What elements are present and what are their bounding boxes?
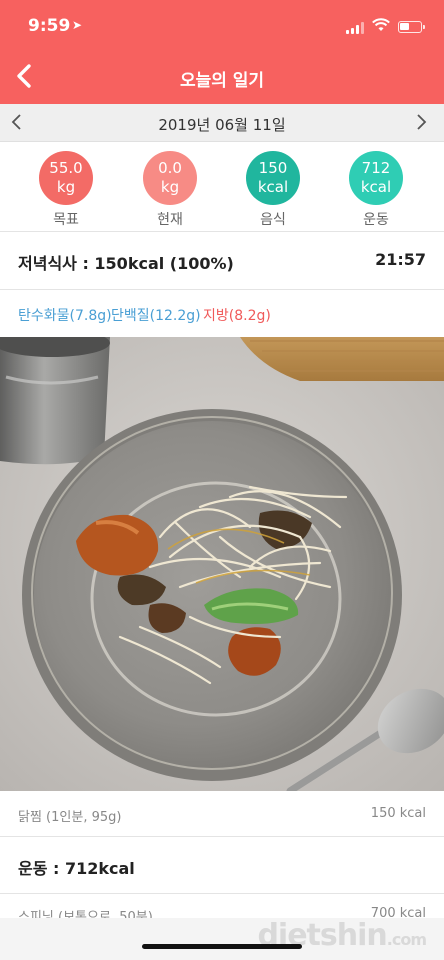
daily-summary: 55.0 kg 목표 0.0 kg 현재 150 kcal 음식 712 kca… <box>0 142 444 232</box>
wifi-icon <box>372 18 390 36</box>
nutrient-carbs: 탄수화물(7.8g) <box>18 308 112 324</box>
exercise-kcal-value: 712 <box>361 159 391 177</box>
home-indicator[interactable] <box>142 944 302 949</box>
goal-weight-unit: kg <box>56 178 76 196</box>
bottom-area: dietshin.com <box>0 918 444 960</box>
current-weight-unit: kg <box>160 178 180 196</box>
nutrient-fat: 지방(8.2g) <box>203 308 271 324</box>
goal-weight-label: 목표 <box>53 212 79 228</box>
nutrient-protein: 단백질(12.2g) <box>111 308 201 324</box>
food-kcal-unit: kcal <box>257 178 289 196</box>
food-item-name: 닭찜 (1인분, 95g) <box>18 810 122 825</box>
summary-exercise-kcal: 712 kcal 운동 <box>347 151 405 229</box>
summary-food-kcal: 150 kcal 음식 <box>244 151 302 229</box>
current-weight-label: 현재 <box>157 212 183 228</box>
goal-weight-value: 55.0 <box>49 159 83 177</box>
food-kcal-circle: 150 kcal <box>246 151 300 205</box>
chevron-right-icon <box>417 114 427 130</box>
meal-time: 21:57 <box>375 250 426 269</box>
next-date-button[interactable] <box>414 112 434 134</box>
battery-icon <box>398 21 425 33</box>
goal-weight-circle: 55.0 kg <box>39 151 93 205</box>
meal-title: 저녁식사 : 150kcal (100%) <box>18 254 234 273</box>
exercise-kcal-unit: kcal <box>360 178 392 196</box>
nutrient-breakdown: 탄수화물(7.8g) 단백질(12.2g) 지방(8.2g) <box>0 290 444 336</box>
food-item-kcal: 150 kcal <box>370 806 426 821</box>
summary-goal-weight: 55.0 kg 목표 <box>37 151 95 229</box>
summary-current-weight: 0.0 kg 현재 <box>141 151 199 229</box>
date-navigator: 2019년 06월 11일 <box>0 104 444 142</box>
meal-header[interactable]: 저녁식사 : 150kcal (100%) 21:57 <box>0 232 444 288</box>
exercise-kcal-circle: 712 kcal <box>349 151 403 205</box>
meal-photo-image <box>0 337 444 791</box>
exercise-header[interactable]: 운동 : 712kcal <box>0 837 444 893</box>
food-kcal-value: 150 <box>258 159 288 177</box>
food-kcal-label: 음식 <box>260 212 286 228</box>
cellular-signal-icon <box>346 22 366 34</box>
current-weight-circle: 0.0 kg <box>143 151 197 205</box>
current-weight-value: 0.0 <box>158 159 182 177</box>
current-date: 2019년 06월 11일 <box>158 116 286 134</box>
exercise-kcal-label: 운동 <box>363 212 389 228</box>
top-navigation-bar: 9:59 ➤ 오늘의 일기 <box>0 0 444 104</box>
page-title: 오늘의 일기 <box>179 71 265 91</box>
meal-photo[interactable] <box>0 337 444 791</box>
status-time: 9:59 <box>28 16 71 36</box>
location-arrow-icon: ➤ <box>72 18 83 32</box>
exercise-title: 운동 : 712kcal <box>18 859 135 878</box>
food-item-row[interactable]: 닭찜 (1인분, 95g) 150 kcal <box>0 792 444 836</box>
status-bar: 9:59 ➤ <box>0 0 444 54</box>
